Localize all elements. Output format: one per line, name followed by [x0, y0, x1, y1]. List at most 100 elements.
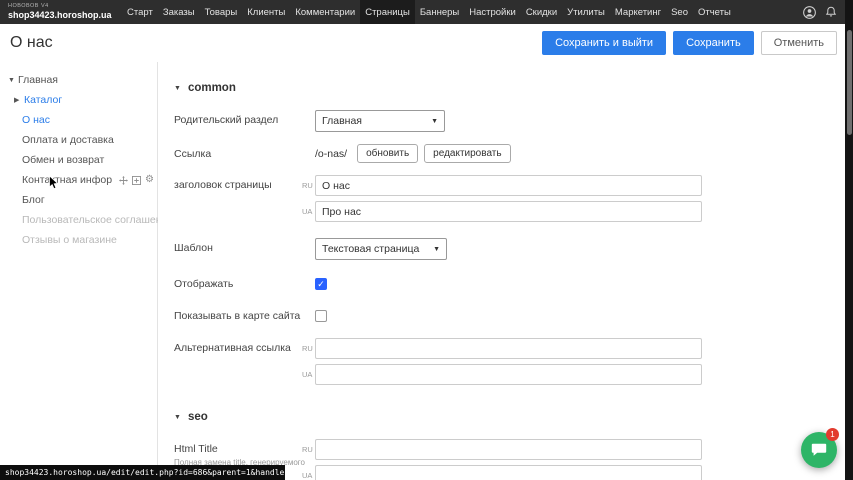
nav-comments[interactable]: Комментарии: [290, 0, 360, 24]
lang-spacer: [302, 306, 315, 322]
tree-item-label: Главная: [18, 74, 58, 86]
gear-icon[interactable]: ⚙: [145, 175, 154, 185]
sidebar-item-katalog[interactable]: ▶ Каталог: [0, 90, 157, 110]
move-icon[interactable]: [119, 176, 128, 185]
alt-link-ru-input[interactable]: [315, 338, 702, 359]
tree-item-label: Оплата и доставка: [22, 134, 114, 146]
lang-ru-label: RU: [302, 338, 315, 359]
html-title-ua-input[interactable]: [315, 465, 702, 480]
parent-section-label: Родительский раздел: [174, 110, 302, 132]
html-title-ru-input[interactable]: [315, 439, 702, 460]
nav-clients[interactable]: Клиенты: [242, 0, 290, 24]
page-header: О нас Сохранить и выйти Сохранить Отмени…: [0, 24, 853, 62]
sidebar-item-glavnaya[interactable]: ▼ Главная: [0, 70, 157, 90]
lang-ua-label: UA: [302, 364, 315, 385]
parent-section-select[interactable]: Главная ▼: [315, 110, 445, 132]
template-select[interactable]: Текстовая страница ▼: [315, 238, 447, 260]
nav-utilities[interactable]: Утилиты: [562, 0, 610, 24]
sidebar-item-o-nas[interactable]: О нас: [0, 110, 157, 130]
logo-version-label: НОВОВОВ V4: [8, 3, 122, 10]
nav-start[interactable]: Старт: [122, 0, 158, 24]
nav-orders[interactable]: Заказы: [158, 0, 200, 24]
lang-ru-label: RU: [302, 439, 315, 460]
chevron-down-icon: ▼: [174, 414, 181, 421]
save-and-exit-button[interactable]: Сохранить и выйти: [542, 31, 666, 55]
pages-tree-sidebar: ▼ Главная ▶ Каталог О нас Оплата и доста…: [0, 62, 158, 480]
tree-item-label: Блог: [22, 194, 45, 206]
page-title-label: заголовок страницы: [174, 175, 302, 222]
nav-products[interactable]: Товары: [200, 0, 243, 24]
link-label: Ссылка: [174, 144, 302, 163]
sidebar-item-oplata-i-dostavka[interactable]: Оплата и доставка: [0, 130, 157, 150]
lang-ru-label: RU: [302, 175, 315, 196]
cancel-button[interactable]: Отменить: [761, 31, 837, 55]
section-common-toggle[interactable]: ▼ common: [174, 82, 853, 94]
form-row-page-title: заголовок страницы RU UA: [174, 175, 853, 222]
chat-launcher-button[interactable]: 1: [801, 432, 837, 468]
save-button[interactable]: Сохранить: [673, 31, 754, 55]
alt-link-label: Альтернативная ссылка: [174, 338, 302, 385]
html-title-label-text: Html Title: [174, 443, 218, 455]
lang-ua-label: UA: [302, 465, 315, 480]
nav-settings[interactable]: Настройки: [464, 0, 521, 24]
sidebar-item-otzyvy-o-magazine[interactable]: Отзывы о магазине: [0, 230, 157, 250]
chevron-down-icon: ▼: [174, 85, 181, 92]
topbar: НОВОВОВ V4 shop34423.horoshop.ua Старт З…: [0, 0, 853, 24]
page-title-ua-input[interactable]: [315, 201, 702, 222]
add-icon[interactable]: [132, 176, 141, 185]
sidebar-item-blog[interactable]: Блог: [0, 190, 157, 210]
nav-seo[interactable]: Seo: [666, 0, 693, 24]
bell-icon[interactable]: [825, 6, 837, 18]
tree-item-label: О нас: [22, 114, 50, 126]
lang-spacer: [302, 144, 315, 163]
lang-spacer: [302, 110, 315, 132]
sitemap-checkbox[interactable]: [315, 310, 327, 322]
lang-spacer: [302, 274, 315, 290]
sidebar-item-polzovatelskoe-soglashenie[interactable]: Пользовательское соглашение: [0, 210, 157, 230]
app-logo[interactable]: НОВОВОВ V4 shop34423.horoshop.ua: [0, 0, 122, 24]
template-label: Шаблон: [174, 238, 302, 260]
parent-section-value: Главная: [322, 115, 362, 127]
link-value: /o-nas/: [315, 148, 347, 160]
chat-icon: [810, 441, 828, 459]
chevron-down-icon[interactable]: ▼: [8, 77, 18, 84]
scrollbar-thumb[interactable]: [847, 30, 852, 135]
display-checkbox[interactable]: ✓: [315, 278, 327, 290]
lang-ua-label: UA: [302, 201, 315, 222]
person-icon[interactable]: [803, 6, 816, 19]
chevron-right-icon[interactable]: ▶: [14, 96, 24, 104]
header-actions: Сохранить и выйти Сохранить Отменить: [542, 31, 837, 55]
section-seo-toggle[interactable]: ▼ seo: [174, 411, 853, 423]
tree-item-label: Пользовательское соглашение: [22, 214, 173, 226]
form-row-template: Шаблон Текстовая страница ▼: [174, 238, 853, 260]
chat-unread-badge: 1: [826, 428, 839, 441]
chevron-down-icon: ▼: [433, 246, 440, 253]
page-title: О нас: [10, 34, 53, 52]
nav-reports[interactable]: Отчеты: [693, 0, 736, 24]
sidebar-item-kontaktnaya-infor[interactable]: Контактная инфор ⚙: [0, 170, 157, 190]
display-label: Отображать: [174, 274, 302, 290]
page-title-ru-input[interactable]: [315, 175, 702, 196]
sidebar-item-obmen-i-vozvrat[interactable]: Обмен и возврат: [0, 150, 157, 170]
tree-item-label: Каталог: [24, 94, 62, 106]
sitemap-label: Показывать в карте сайта: [174, 306, 302, 322]
tree-item-label: Отзывы о магазине: [22, 234, 117, 246]
body-wrap: ▼ Главная ▶ Каталог О нас Оплата и доста…: [0, 62, 853, 480]
chevron-down-icon: ▼: [431, 118, 438, 125]
nav-pages[interactable]: Страницы: [360, 0, 415, 24]
form-row-alt-link: Альтернативная ссылка RU UA: [174, 338, 853, 385]
page-scrollbar[interactable]: [845, 0, 853, 480]
tree-item-label: Обмен и возврат: [22, 154, 104, 166]
refresh-link-button[interactable]: обновить: [357, 144, 418, 163]
nav-marketing[interactable]: Маркетинг: [610, 0, 666, 24]
section-common-title: common: [188, 82, 236, 94]
nav-discounts[interactable]: Скидки: [521, 0, 562, 24]
form-row-display: Отображать ✓: [174, 274, 853, 290]
alt-link-ua-input[interactable]: [315, 364, 702, 385]
template-value: Текстовая страница: [322, 243, 419, 255]
form-row-link: Ссылка /o-nas/ обновить редактировать: [174, 144, 853, 163]
tree-item-label: Контактная инфор: [22, 174, 112, 186]
page-edit-form: ▼ common Родительский раздел Главная ▼ С…: [158, 62, 853, 480]
nav-banners[interactable]: Баннеры: [415, 0, 464, 24]
edit-link-button[interactable]: редактировать: [424, 144, 510, 163]
